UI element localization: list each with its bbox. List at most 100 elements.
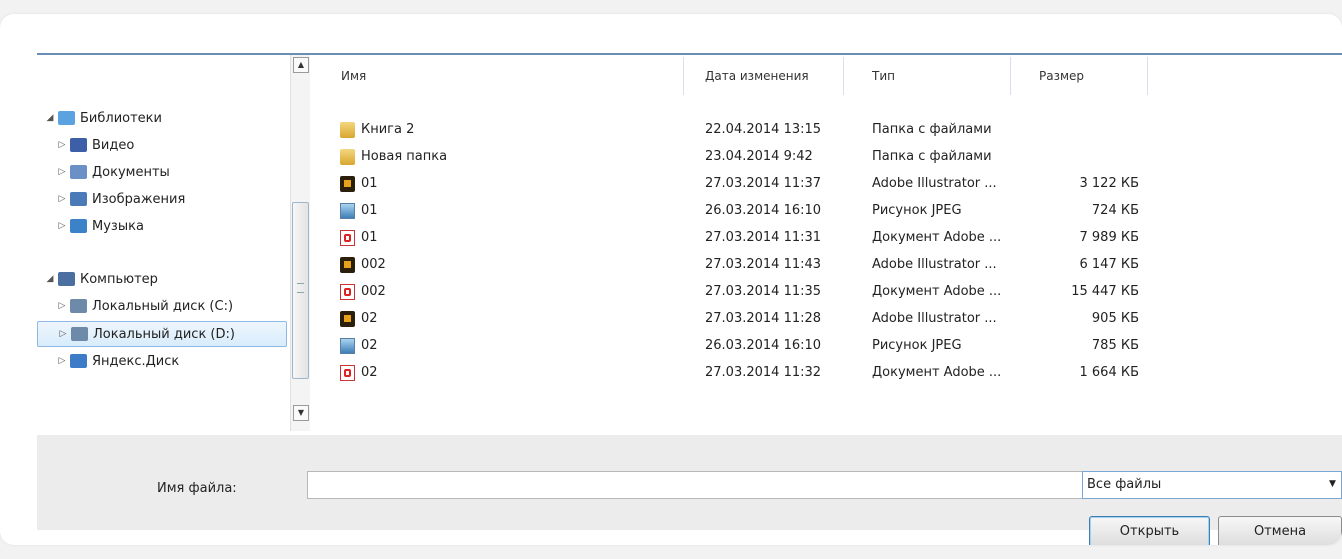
- nav-item-label: Библиотеки: [80, 110, 162, 126]
- expand-arrow-icon[interactable]: ▷: [57, 194, 67, 204]
- file-name: 01: [361, 230, 378, 245]
- expand-arrow-icon[interactable]: ◢: [45, 113, 55, 123]
- drive-c-icon: [70, 299, 87, 313]
- file-size: 7 989 КБ: [1079, 230, 1140, 245]
- expand-arrow-icon[interactable]: ▷: [58, 329, 68, 339]
- file-name: Новая папка: [361, 149, 448, 164]
- nav-item-label: Локальный диск (C:): [92, 298, 234, 314]
- navigation-pane: ◢ Библиотеки ▷ Видео ▷ Документы ▷ Изображения ▷…: [37, 55, 313, 435]
- dialog-footer: Имя файла: ▼ Все файлы ▼ Открыть Отмена: [37, 435, 1342, 545]
- file-row[interactable]: 02 26.03.2014 16:10 Рисунок JPEG 785 КБ: [313, 335, 1342, 357]
- file-date: 27.03.2014 11:32: [705, 365, 822, 380]
- expand-arrow-icon[interactable]: ▷: [57, 140, 67, 150]
- file-type: Adobe Illustrator ...: [872, 176, 997, 191]
- file-date: 27.03.2014 11:35: [705, 284, 822, 299]
- file-row[interactable]: 002 27.03.2014 11:43 Adobe Illustrator ...…: [313, 254, 1342, 276]
- file-row[interactable]: 002 27.03.2014 11:35 Документ Adobe ... 15 …: [313, 281, 1342, 303]
- nav-item[interactable]: ▷ Музыка: [57, 215, 144, 237]
- video-icon: [70, 138, 87, 152]
- nav-item[interactable]: ▷ Документы: [57, 161, 170, 183]
- page-card: ◢ Библиотеки ▷ Видео ▷ Документы ▷ Изображения ▷…: [0, 14, 1342, 545]
- open-button[interactable]: Открыть: [1089, 516, 1210, 545]
- file-size: 15 447 КБ: [1071, 284, 1139, 299]
- nav-item-label: Изображения: [92, 191, 186, 207]
- folder-icon: [340, 149, 355, 165]
- open-file-dialog: ◢ Библиотеки ▷ Видео ▷ Документы ▷ Изображения ▷…: [37, 53, 1342, 545]
- nav-scrollbar[interactable]: ▲ ▼: [290, 55, 310, 431]
- expand-arrow-icon[interactable]: ▷: [57, 356, 67, 366]
- file-type-filter-value: Все файлы: [1087, 477, 1162, 492]
- nav-item[interactable]: ◢ Библиотеки: [45, 107, 162, 129]
- drive-d-icon: [71, 327, 88, 341]
- expand-arrow-icon[interactable]: ▷: [57, 301, 67, 311]
- pdf-file-icon: [340, 284, 355, 300]
- nav-item[interactable]: ◢ Компьютер: [45, 268, 158, 290]
- file-name: 01: [361, 176, 378, 191]
- nav-item[interactable]: ▷ Локальный диск (C:): [57, 295, 234, 317]
- file-date: 27.03.2014 11:37: [705, 176, 822, 191]
- scroll-down-button[interactable]: ▼: [293, 405, 309, 421]
- folder-icon: [340, 122, 355, 138]
- file-name: 002: [361, 257, 386, 272]
- column-header-size[interactable]: Размер: [1011, 57, 1148, 95]
- file-date: 27.03.2014 11:28: [705, 311, 822, 326]
- column-header-type-label: Тип: [872, 69, 895, 83]
- documents-icon: [70, 165, 87, 179]
- nav-item-label: Яндекс.Диск: [92, 353, 180, 369]
- file-row[interactable]: 02 27.03.2014 11:28 Adobe Illustrator ... 9…: [313, 308, 1342, 330]
- file-size: 724 КБ: [1091, 203, 1139, 218]
- file-date: 26.03.2014 16:10: [705, 338, 822, 353]
- nav-item[interactable]: ▷ Яндекс.Диск: [57, 350, 180, 372]
- scroll-grip-icon: [297, 283, 304, 293]
- illustrator-file-icon: [340, 311, 355, 327]
- file-name: 02: [361, 311, 378, 326]
- file-row[interactable]: 01 26.03.2014 16:10 Рисунок JPEG 724 КБ: [313, 200, 1342, 222]
- column-header-name[interactable]: Имя: [313, 57, 684, 95]
- file-type-filter[interactable]: Все файлы: [1082, 471, 1342, 499]
- nav-item-label: Музыка: [92, 218, 144, 234]
- expand-arrow-icon[interactable]: ▷: [57, 221, 67, 231]
- nav-item-label: Документы: [92, 164, 170, 180]
- file-row[interactable]: 01 27.03.2014 11:31 Документ Adobe ... 7 98…: [313, 227, 1342, 249]
- nav-item[interactable]: ▷ Локальный диск (D:): [37, 321, 287, 347]
- file-date: 26.03.2014 16:10: [705, 203, 822, 218]
- column-header-date[interactable]: Дата изменения: [677, 57, 844, 95]
- expand-arrow-icon[interactable]: ▷: [57, 167, 67, 177]
- file-size: [1039, 146, 1139, 168]
- file-name: 02: [361, 365, 378, 380]
- scroll-thumb[interactable]: [292, 202, 309, 379]
- expand-arrow-icon[interactable]: ◢: [45, 274, 55, 284]
- scroll-up-button[interactable]: ▲: [293, 57, 309, 73]
- column-header-name-label: Имя: [341, 69, 367, 83]
- file-size: 905 КБ: [1091, 311, 1139, 326]
- illustrator-file-icon: [340, 257, 355, 273]
- pdf-file-icon: [340, 230, 355, 246]
- nav-item[interactable]: ▷ Видео: [57, 134, 135, 156]
- file-name: 002: [361, 284, 386, 299]
- libraries-icon: [58, 111, 75, 125]
- file-type: Папка с файлами: [872, 122, 992, 137]
- filename-input[interactable]: ▼: [307, 471, 1098, 499]
- filter-dropdown-icon[interactable]: ▼: [1329, 479, 1336, 489]
- file-row[interactable]: 02 27.03.2014 11:32 Документ Adobe ... 1 66…: [313, 362, 1342, 384]
- file-size: [1039, 119, 1139, 141]
- jpeg-image-icon: [340, 203, 355, 219]
- file-row[interactable]: Книга 2 22.04.2014 13:15 Папка с файлами: [313, 119, 1342, 141]
- file-date: 22.04.2014 13:15: [705, 122, 822, 137]
- nav-item[interactable]: ▷ Изображения: [57, 188, 186, 210]
- file-list: Имя Дата изменения Тип Размер Книга 2 22.…: [313, 55, 1342, 435]
- pdf-file-icon: [340, 365, 355, 381]
- file-type: Документ Adobe ...: [872, 284, 1002, 299]
- file-type: Рисунок JPEG: [872, 203, 962, 218]
- file-size: 1 664 КБ: [1079, 365, 1140, 380]
- file-date: 27.03.2014 11:43: [705, 257, 822, 272]
- column-header-type[interactable]: Тип: [844, 57, 1011, 95]
- music-icon: [70, 219, 87, 233]
- file-row[interactable]: Новая папка 23.04.2014 9:42 Папка с файлам…: [313, 146, 1342, 168]
- file-row[interactable]: 01 27.03.2014 11:37 Adobe Illustrator ... 3…: [313, 173, 1342, 195]
- file-size: 6 147 КБ: [1079, 257, 1140, 272]
- file-name: 02: [361, 338, 378, 353]
- pictures-icon: [70, 192, 87, 206]
- file-name: 01: [361, 203, 378, 218]
- cancel-button[interactable]: Отмена: [1218, 516, 1342, 545]
